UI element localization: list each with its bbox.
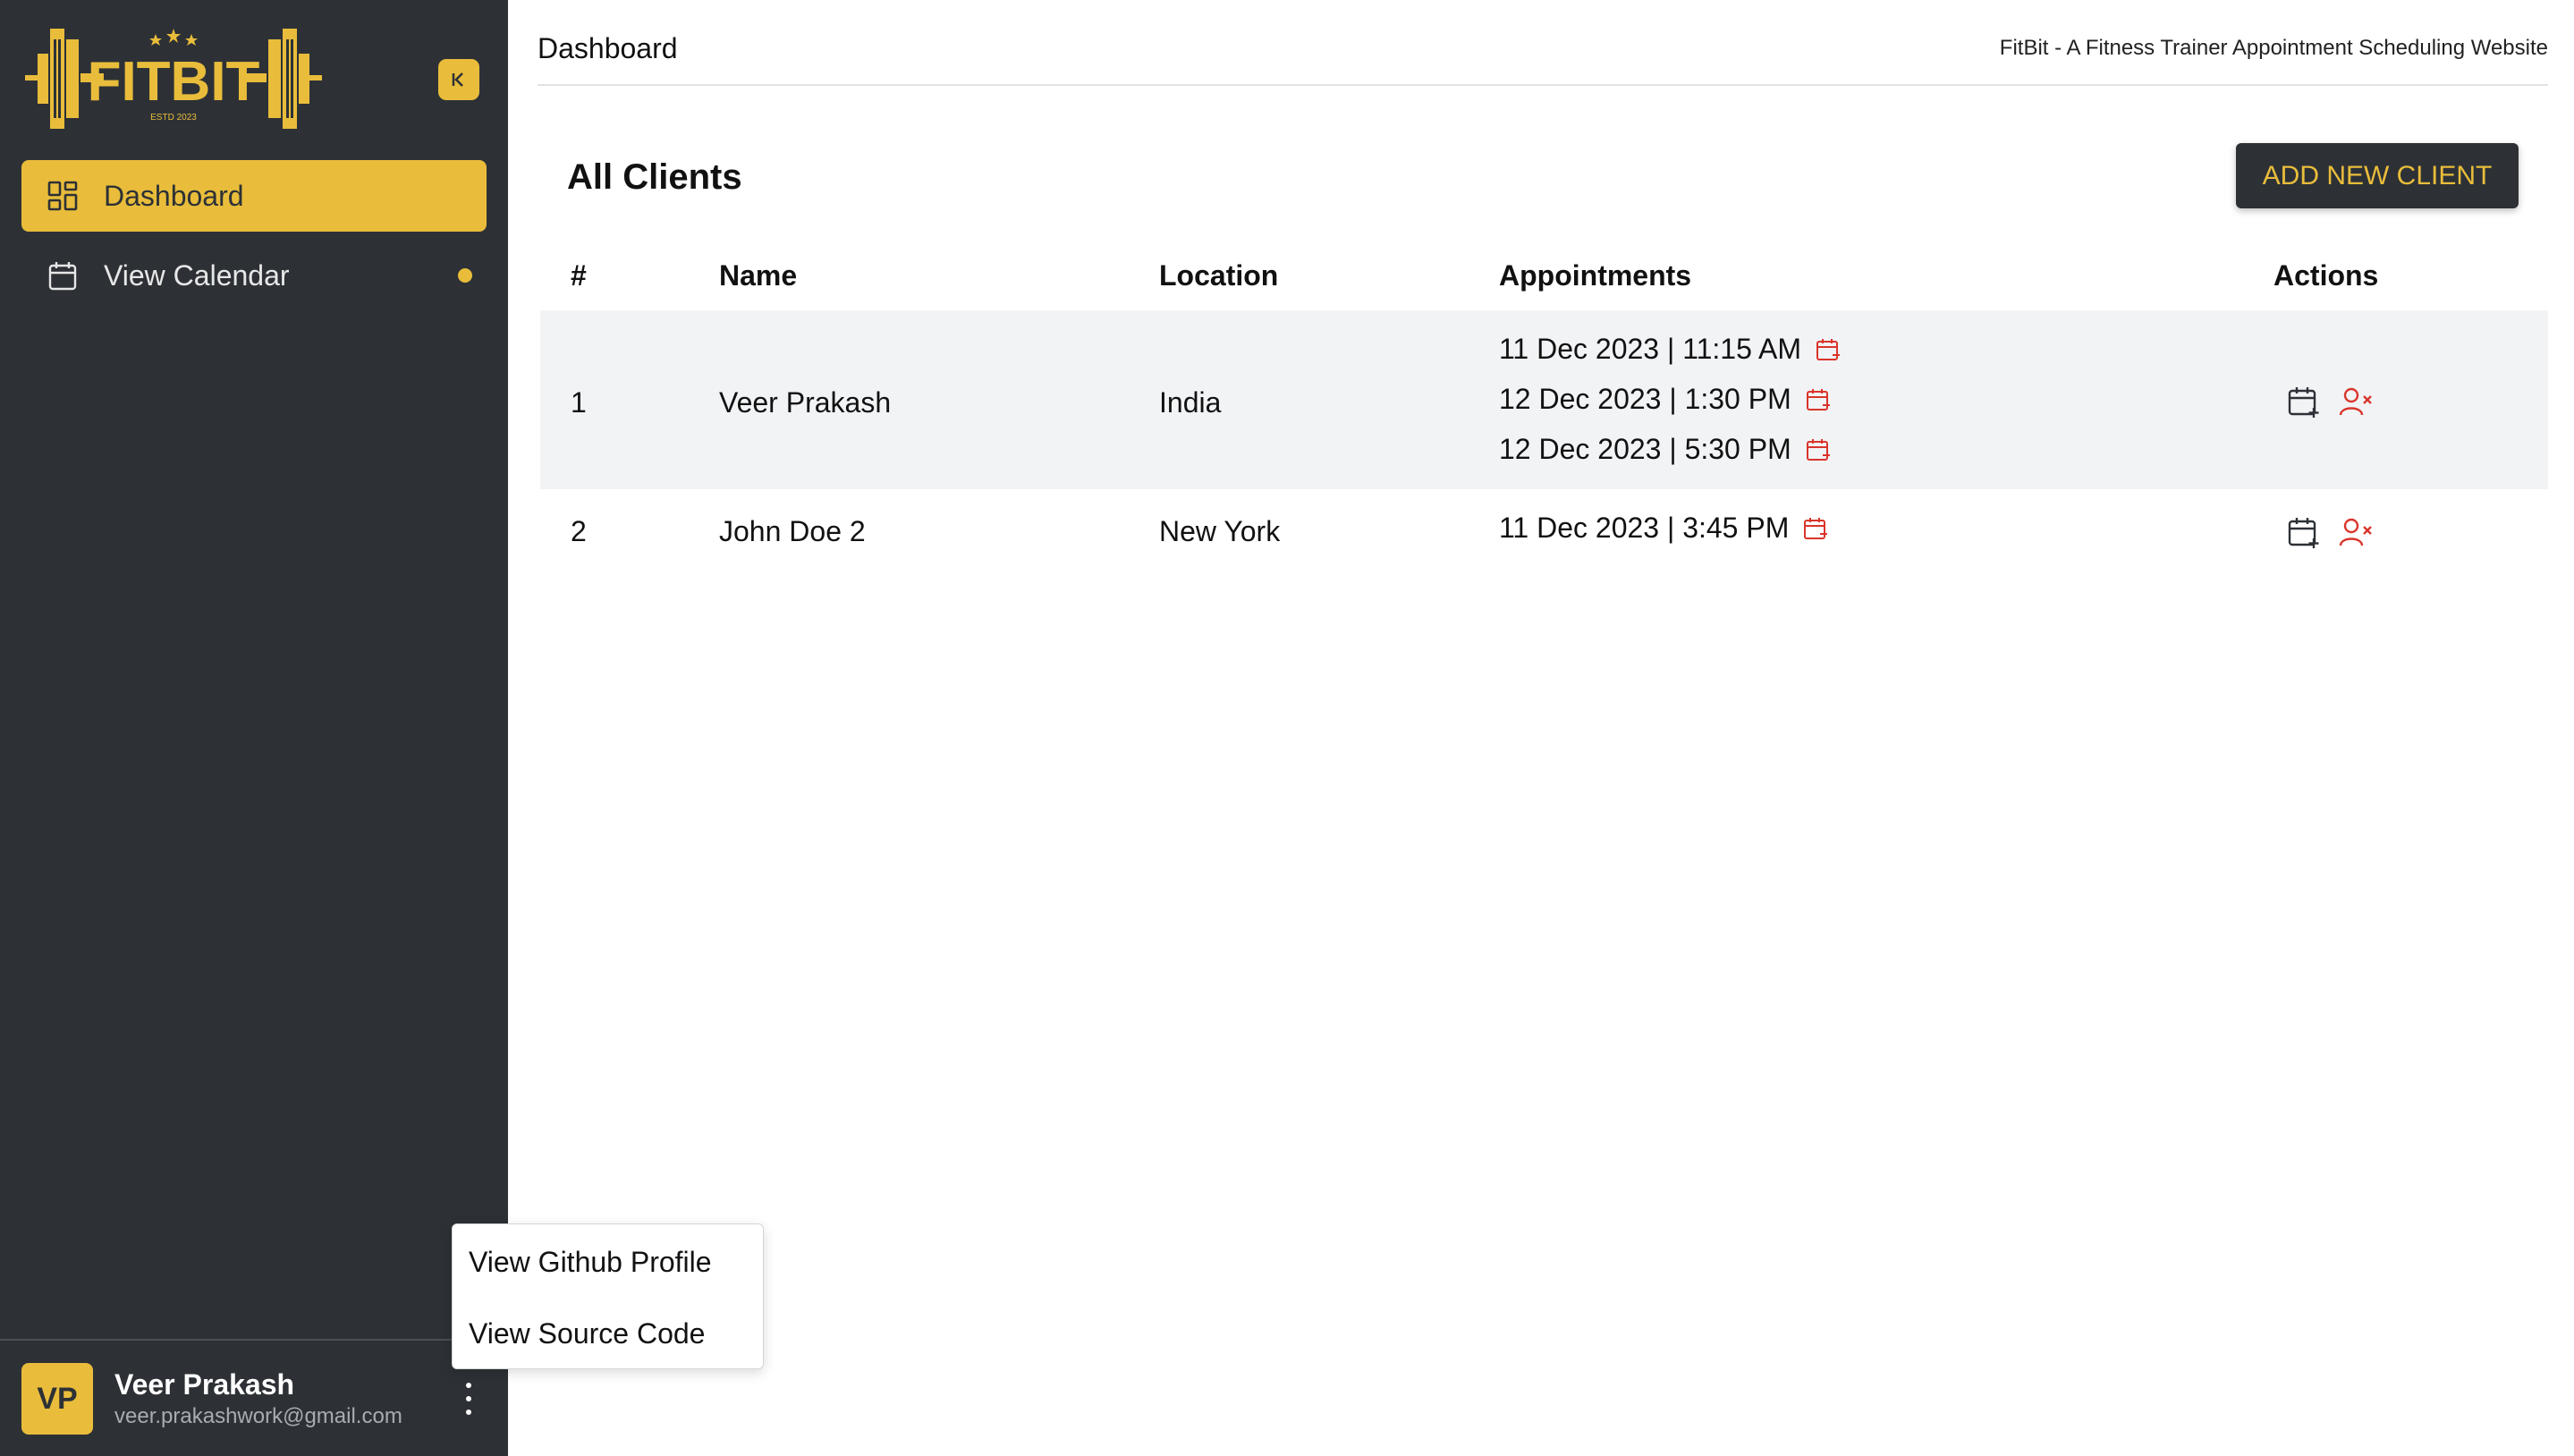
- sidebar-divider: [0, 1339, 508, 1341]
- fitbit-logo: FITBIT ESTD 2023: [25, 29, 322, 129]
- appointment-item: 12 Dec 2023 | 5:30 PM: [1499, 433, 1833, 466]
- header-divider: [538, 84, 2548, 86]
- add-new-client-button[interactable]: ADD NEW CLIENT: [2236, 143, 2519, 208]
- menu-item-source-code[interactable]: View Source Code: [469, 1317, 705, 1350]
- site-title: FitBit - A Fitness Trainer Appointment S…: [1999, 36, 2548, 60]
- cancel-appointment-icon[interactable]: [1814, 335, 1842, 364]
- column-header-name: Name: [719, 259, 798, 292]
- notification-dot: [458, 268, 472, 283]
- menu-item-github-profile[interactable]: View Github Profile: [469, 1246, 712, 1279]
- column-header-location: Location: [1159, 259, 1279, 292]
- user-email: veer.prakashwork@gmail.com: [114, 1404, 402, 1428]
- client-location: India: [1159, 386, 1222, 419]
- cancel-appointment-icon[interactable]: [1801, 514, 1830, 543]
- svg-text:FITBIT: FITBIT: [88, 51, 260, 113]
- user-name: Veer Prakash: [114, 1368, 295, 1401]
- add-appointment-icon[interactable]: [2284, 512, 2324, 552]
- appointment-item: 11 Dec 2023 | 11:15 AM: [1499, 333, 1842, 366]
- add-appointment-icon[interactable]: [2284, 382, 2324, 421]
- sidebar-item-view-calendar[interactable]: View Calendar: [21, 240, 487, 311]
- sidebar-item-label: View Calendar: [104, 258, 290, 292]
- cancel-appointment-icon[interactable]: [1804, 436, 1833, 464]
- appointment-text: 12 Dec 2023 | 5:30 PM: [1499, 433, 1791, 465]
- appointment-text: 11 Dec 2023 | 3:45 PM: [1499, 512, 1790, 544]
- section-title: All Clients: [567, 157, 742, 197]
- client-name: Veer Prakash: [719, 386, 892, 419]
- remove-client-icon[interactable]: [2336, 382, 2375, 421]
- row-index: 1: [571, 386, 587, 419]
- user-options-menu: View Github Profile View Source Code: [452, 1223, 764, 1369]
- column-header-index: #: [571, 259, 587, 292]
- client-name: John Doe 2: [719, 515, 866, 547]
- remove-client-icon[interactable]: [2336, 512, 2375, 552]
- more-options-icon[interactable]: [458, 1377, 479, 1420]
- calendar-icon: [45, 258, 80, 293]
- collapse-left-icon: [452, 72, 463, 87]
- sidebar-item-dashboard[interactable]: Dashboard: [21, 160, 487, 232]
- column-header-appointments: Appointments: [1499, 259, 1692, 292]
- appointment-item: 11 Dec 2023 | 3:45 PM: [1499, 512, 1830, 545]
- cancel-appointment-icon[interactable]: [1804, 385, 1833, 414]
- svg-text:ESTD 2023: ESTD 2023: [150, 113, 197, 123]
- appointment-item: 12 Dec 2023 | 1:30 PM: [1499, 383, 1833, 416]
- column-header-actions: Actions: [2273, 259, 2379, 292]
- sidebar-item-label: Dashboard: [104, 179, 244, 212]
- appointment-text: 12 Dec 2023 | 1:30 PM: [1499, 383, 1791, 415]
- page-title: Dashboard: [538, 32, 678, 64]
- sidebar: FITBIT ESTD 2023 Dashboard View Calendar…: [0, 0, 508, 1456]
- collapse-sidebar-button[interactable]: [438, 59, 479, 100]
- client-location: New York: [1159, 515, 1281, 547]
- row-index: 2: [571, 515, 587, 547]
- dashboard-grid-icon: [45, 178, 80, 214]
- avatar: VP: [21, 1363, 93, 1435]
- appointment-text: 11 Dec 2023 | 11:15 AM: [1499, 333, 1802, 365]
